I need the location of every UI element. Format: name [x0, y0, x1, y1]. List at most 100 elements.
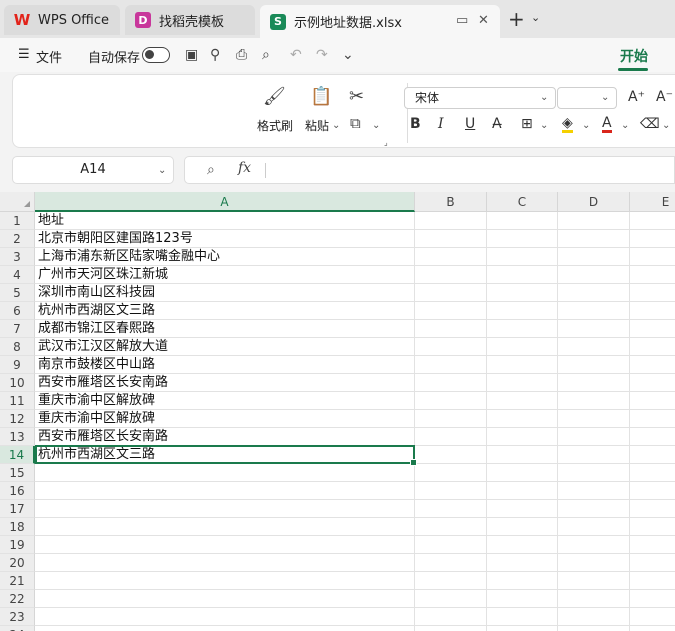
cell-e7[interactable] [630, 320, 675, 338]
cell-e15[interactable] [630, 464, 675, 482]
cell-b22[interactable] [415, 590, 487, 608]
cell-b20[interactable] [415, 554, 487, 572]
cell-c8[interactable] [487, 338, 558, 356]
font-name-chevron-icon[interactable]: ⌄ [540, 92, 548, 103]
cell-b21[interactable] [415, 572, 487, 590]
paste-icon[interactable]: 📋 [310, 86, 332, 107]
cell-a10[interactable]: 西安市雁塔区长安南路 [35, 374, 415, 392]
row-header[interactable]: 3 [0, 248, 35, 266]
cell-a12[interactable]: 重庆市渝中区解放碑 [35, 410, 415, 428]
row-header[interactable]: 18 [0, 518, 35, 536]
cell-a17[interactable] [35, 500, 415, 518]
cell-c14[interactable] [487, 446, 558, 464]
cell-d6[interactable] [558, 302, 630, 320]
cell-d5[interactable] [558, 284, 630, 302]
chevron-down-icon[interactable]: ⌄ [531, 11, 540, 24]
cell-a23[interactable] [35, 608, 415, 626]
autosave-toggle[interactable] [142, 47, 170, 63]
window-icon[interactable]: ▭ [456, 13, 468, 28]
cell-a1[interactable]: 地址 [35, 212, 415, 230]
increase-font-icon[interactable]: A⁺ [628, 89, 645, 105]
cell-c12[interactable] [487, 410, 558, 428]
cell-d7[interactable] [558, 320, 630, 338]
fill-color-chevron-icon[interactable]: ⌄ [582, 120, 590, 131]
cell-e10[interactable] [630, 374, 675, 392]
name-box-chevron-icon[interactable]: ⌄ [158, 165, 166, 176]
cell-e2[interactable] [630, 230, 675, 248]
copy-chevron-icon[interactable]: ⌄ [372, 120, 380, 131]
row-header[interactable]: 11 [0, 392, 35, 410]
cell-a3[interactable]: 上海市浦东新区陆家嘴金融中心 [35, 248, 415, 266]
cell-e8[interactable] [630, 338, 675, 356]
cell-b9[interactable] [415, 356, 487, 374]
cell-a7[interactable]: 成都市锦江区春熙路 [35, 320, 415, 338]
cell-d23[interactable] [558, 608, 630, 626]
cell-c3[interactable] [487, 248, 558, 266]
cell-c18[interactable] [487, 518, 558, 536]
cell-c22[interactable] [487, 590, 558, 608]
cell-d10[interactable] [558, 374, 630, 392]
cell-d15[interactable] [558, 464, 630, 482]
ribbon-tab-home[interactable]: 开始 [620, 46, 648, 66]
column-header-c[interactable]: C [487, 192, 558, 212]
cell-e1[interactable] [630, 212, 675, 230]
cell-c4[interactable] [487, 266, 558, 284]
name-box[interactable]: A14 [12, 156, 174, 184]
row-header[interactable]: 22 [0, 590, 35, 608]
cell-e11[interactable] [630, 392, 675, 410]
cell-e19[interactable] [630, 536, 675, 554]
format-painter-label[interactable]: 格式刷 [257, 117, 293, 134]
cell-c24[interactable] [487, 626, 558, 631]
tab-wps-office[interactable]: W WPS Office [4, 5, 120, 35]
new-tab-plus-icon[interactable]: + [508, 7, 525, 31]
cell-c5[interactable] [487, 284, 558, 302]
underline-icon[interactable]: U [465, 116, 475, 132]
cell-b7[interactable] [415, 320, 487, 338]
cell-a9[interactable]: 南京市鼓楼区中山路 [35, 356, 415, 374]
row-header[interactable]: 12 [0, 410, 35, 428]
more-chevron-icon[interactable]: ⌄ [342, 47, 354, 63]
cell-c9[interactable] [487, 356, 558, 374]
print-icon[interactable]: ⎙ [236, 47, 247, 63]
cell-a13[interactable]: 西安市雁塔区长安南路 [35, 428, 415, 446]
row-header[interactable]: 2 [0, 230, 35, 248]
file-menu-button[interactable]: 文件 [36, 47, 62, 66]
cell-a18[interactable] [35, 518, 415, 536]
cell-e22[interactable] [630, 590, 675, 608]
cell-b2[interactable] [415, 230, 487, 248]
cell-e14[interactable] [630, 446, 675, 464]
row-header[interactable]: 19 [0, 536, 35, 554]
cell-b15[interactable] [415, 464, 487, 482]
cell-a19[interactable] [35, 536, 415, 554]
redo-icon[interactable]: ↷ [316, 47, 328, 63]
cell-a11[interactable]: 重庆市渝中区解放碑 [35, 392, 415, 410]
cell-a8[interactable]: 武汉市江汉区解放大道 [35, 338, 415, 356]
cell-a16[interactable] [35, 482, 415, 500]
undo-icon[interactable]: ↶ [290, 47, 302, 63]
cell-d19[interactable] [558, 536, 630, 554]
cell-c13[interactable] [487, 428, 558, 446]
cell-b8[interactable] [415, 338, 487, 356]
cell-c21[interactable] [487, 572, 558, 590]
font-color-chevron-icon[interactable]: ⌄ [621, 120, 629, 131]
cell-e13[interactable] [630, 428, 675, 446]
cell-e17[interactable] [630, 500, 675, 518]
cut-icon[interactable]: ✂ [349, 86, 364, 107]
cell-b5[interactable] [415, 284, 487, 302]
cell-c15[interactable] [487, 464, 558, 482]
cell-c20[interactable] [487, 554, 558, 572]
cell-b4[interactable] [415, 266, 487, 284]
row-header[interactable]: 10 [0, 374, 35, 392]
spreadsheet-grid[interactable]: A B C D E 1 地址 2 北京市朝阳区建国路123号 3 上海市浦东新区陆家嘴金融中心 4 广州… [0, 192, 675, 631]
row-header[interactable]: 7 [0, 320, 35, 338]
clipboard-launcher-icon[interactable]: ⌟ [384, 138, 388, 147]
cell-d14[interactable] [558, 446, 630, 464]
cell-d8[interactable] [558, 338, 630, 356]
cell-a4[interactable]: 广州市天河区珠江新城 [35, 266, 415, 284]
bold-icon[interactable]: B [410, 116, 421, 132]
row-header[interactable]: 20 [0, 554, 35, 572]
cell-b6[interactable] [415, 302, 487, 320]
paste-chevron-icon[interactable]: ⌄ [332, 120, 340, 131]
tab-document[interactable]: S 示例地址数据.xlsx ▭ ✕ [260, 5, 500, 38]
cell-e9[interactable] [630, 356, 675, 374]
